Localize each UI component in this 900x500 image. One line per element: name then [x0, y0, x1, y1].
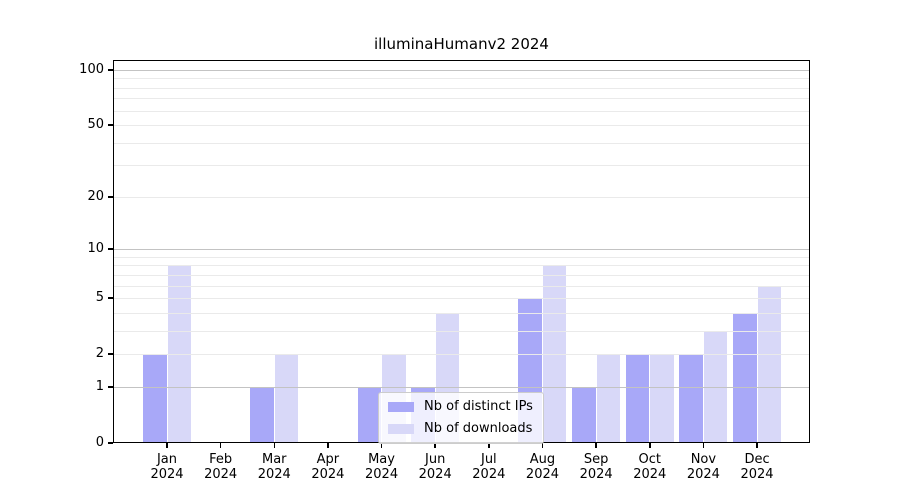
plot-area [113, 60, 810, 443]
y-tick-label-100: 100 [79, 61, 104, 77]
y-tick-mark-100 [108, 69, 113, 71]
x-tick-mark-nov [702, 443, 705, 448]
gridline-major-10 [113, 249, 810, 250]
grid-layer [113, 60, 810, 443]
y-tick-mark-50 [108, 124, 113, 126]
gridline-minor-30 [113, 165, 810, 166]
y-tick-label-0: 0 [95, 435, 104, 450]
x-tick-label-dec: Dec 2024 [740, 452, 774, 482]
y-tick-label-5: 5 [95, 290, 104, 306]
y-tick-label-1: 1 [95, 378, 104, 394]
gridline-minor-8 [113, 265, 810, 266]
gridline-minor-70 [113, 98, 810, 99]
legend-item-distinct-ips: Nb of distinct IPs [388, 399, 533, 414]
gridline-minor-80 [113, 88, 810, 89]
gridline-minor-50 [113, 125, 810, 126]
y-tick-label-20: 20 [87, 188, 104, 204]
x-tick-mark-feb [219, 443, 222, 448]
gridline-minor-3 [113, 331, 810, 332]
legend-label-distinct-ips: Nb of distinct IPs [424, 399, 533, 414]
gridline-minor-5 [113, 298, 810, 299]
y-tick-mark-0 [108, 442, 113, 444]
x-tick-mark-oct [649, 443, 651, 448]
y-tick-mark-20 [108, 196, 113, 198]
x-tick-mark-sep [595, 443, 597, 448]
gridline-minor-60 [113, 111, 810, 112]
legend: Nb of distinct IPs Nb of downloads [378, 392, 544, 444]
x-tick-mark-mar [273, 443, 276, 448]
y-tick-mark-1 [108, 386, 113, 388]
x-tick-mark-jan [166, 443, 168, 448]
y-tick-label-50: 50 [87, 117, 104, 133]
download-stats-chart: illuminaHumanv2 2024 100 50 20 10 5 2 1 0 Jan 20… [0, 0, 900, 500]
gridline-minor-6 [113, 286, 810, 287]
gridline-major-1 [113, 387, 810, 388]
gridline-minor-20 [113, 197, 810, 198]
x-tick-mark-apr [327, 443, 329, 448]
gridline-major-100 [113, 70, 810, 71]
y-tick-label-2: 2 [95, 346, 104, 362]
chart-title: illuminaHumanv2 2024 [374, 35, 549, 53]
legend-swatch-downloads [388, 423, 414, 434]
y-tick-mark-5 [108, 297, 113, 299]
gridline-minor-40 [113, 143, 810, 144]
legend-swatch-distinct-ips [388, 401, 414, 412]
y-tick-mark-10 [108, 248, 113, 250]
y-tick-mark-2 [108, 353, 113, 355]
y-tick-label-10: 10 [87, 241, 104, 257]
gridline-minor-9 [113, 257, 810, 258]
legend-item-downloads: Nb of downloads [388, 421, 533, 436]
x-tick-mark-dec [756, 443, 758, 448]
gridline-minor-2 [113, 354, 810, 355]
gridline-minor-4 [113, 313, 810, 314]
gridline-minor-90 [113, 78, 810, 79]
legend-label-downloads: Nb of downloads [424, 421, 533, 436]
gridline-minor-7 [113, 275, 810, 276]
